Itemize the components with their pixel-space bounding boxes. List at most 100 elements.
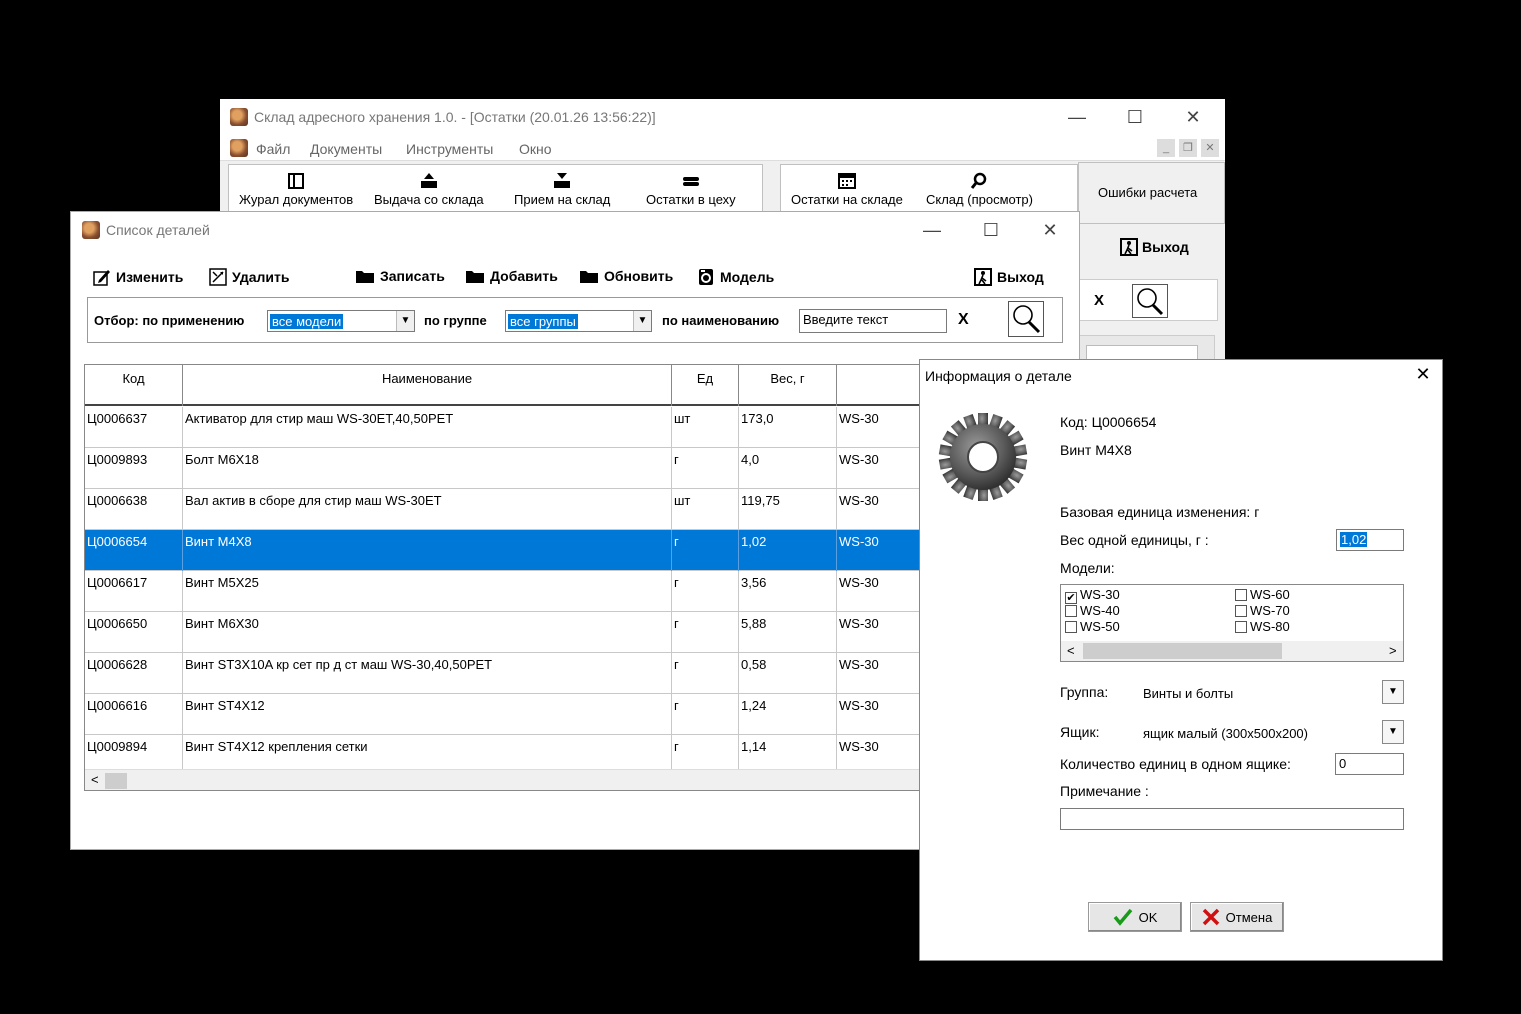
weight-input[interactable]: 1,02 xyxy=(1336,529,1404,551)
edit-button[interactable]: Изменить xyxy=(93,268,183,286)
save-button[interactable]: Записать xyxy=(355,268,445,284)
chevron-down-icon[interactable]: ▼ xyxy=(633,311,651,331)
checkbox-icon[interactable] xyxy=(1065,621,1077,633)
chevron-down-icon[interactable]: ▼ xyxy=(396,311,414,331)
cell-weight: 173,0 xyxy=(739,407,837,448)
models-hscrollbar[interactable]: < > xyxy=(1061,641,1403,661)
menu-documents[interactable]: Документы xyxy=(310,141,382,157)
name-search-input[interactable]: Введите текст xyxy=(799,309,947,333)
close-icon[interactable]: ✕ xyxy=(1178,105,1208,129)
col-code-header[interactable]: Код xyxy=(85,365,183,406)
note-input[interactable] xyxy=(1060,808,1404,830)
dialog-title: Информация о детале xyxy=(925,368,1072,384)
delete-button[interactable]: Удалить xyxy=(209,268,289,286)
cell-name: Винт М6Х30 xyxy=(183,612,672,653)
model-button[interactable]: Модель xyxy=(697,268,774,286)
main-exit-button[interactable]: Выход xyxy=(1120,238,1189,256)
delete-label: Удалить xyxy=(232,269,290,285)
toolbar-warehouse-view-button[interactable]: Склад (просмотр) xyxy=(926,172,1033,207)
magnifier-icon xyxy=(1013,305,1041,334)
menu-window[interactable]: Окно xyxy=(519,141,552,157)
checkbox-icon[interactable] xyxy=(1235,589,1247,601)
dialog-note-label: Примечание : xyxy=(1060,783,1149,799)
dialog-close-icon[interactable]: ✕ xyxy=(1408,364,1438,385)
groups-combo[interactable]: все группы ▼ xyxy=(505,310,652,332)
parts-exit-button[interactable]: Выход xyxy=(974,268,1044,286)
model-checkbox-item[interactable]: WS-50 xyxy=(1065,619,1120,634)
dialog-weight-label: Вес одной единицы, г : xyxy=(1060,532,1209,548)
cancel-button[interactable]: Отмена xyxy=(1190,902,1284,932)
scroll-left-icon[interactable]: < xyxy=(1067,643,1075,658)
parts-exit-label: Выход xyxy=(997,269,1044,285)
toolbar-receive-button[interactable]: Прием на склад xyxy=(514,172,610,207)
minimize-icon[interactable]: — xyxy=(1062,105,1092,129)
filter-apply-label: Отбор: по применению xyxy=(94,313,245,328)
save-label: Записать xyxy=(380,268,445,284)
toolbar-issue-label: Выдача со склада xyxy=(374,192,484,207)
main-filter-area: X xyxy=(1078,279,1218,321)
folder-icon xyxy=(356,271,374,283)
model-checkbox-item[interactable]: ✔ WS-30 xyxy=(1065,587,1120,604)
models-combo[interactable]: все модели ▼ xyxy=(267,310,415,332)
mdi-close-icon[interactable]: ✕ xyxy=(1201,139,1219,157)
toolbar-issue-button[interactable]: Выдача со склада xyxy=(374,172,484,207)
model-checkbox-item[interactable]: WS-70 xyxy=(1235,603,1290,618)
search-button[interactable] xyxy=(1008,301,1044,337)
col-name-header[interactable]: Наименование xyxy=(183,365,672,406)
cell-unit: шт xyxy=(672,407,739,448)
cell-code: Ц0006650 xyxy=(85,612,183,653)
ok-button[interactable]: OK xyxy=(1088,902,1182,932)
menu-file[interactable]: Файл xyxy=(256,141,290,157)
toolbar-warehouse-view-label: Склад (просмотр) xyxy=(926,192,1033,207)
main-clear-filter-button[interactable]: X xyxy=(1094,292,1104,309)
tray-up-icon xyxy=(420,173,437,188)
clear-filter-button[interactable]: X xyxy=(958,311,969,329)
cancel-label: Отмена xyxy=(1225,909,1273,925)
errors-button[interactable]: Ошибки расчета xyxy=(1098,185,1197,200)
model-checkbox-item[interactable]: WS-60 xyxy=(1235,587,1290,602)
scroll-right-icon[interactable]: > xyxy=(1389,643,1397,658)
menu-tools[interactable]: Инструменты xyxy=(406,141,493,157)
models-scroll-thumb[interactable] xyxy=(1083,643,1282,659)
refresh-button[interactable]: Обновить xyxy=(579,268,673,284)
main-window-title: Склад адресного хранения 1.0. - [Остатки… xyxy=(254,109,656,125)
maximize-icon[interactable]: ☐ xyxy=(1120,105,1150,129)
checkbox-icon[interactable] xyxy=(1065,605,1077,617)
filter-group-label: по группе xyxy=(424,313,487,328)
scroll-left-icon[interactable]: < xyxy=(91,772,99,787)
toolbar-journal-button[interactable]: Журал документов xyxy=(239,172,353,207)
col-weight-header[interactable]: Вес, г xyxy=(739,365,837,406)
parts-close-icon[interactable]: ✕ xyxy=(1035,218,1065,242)
parts-maximize-icon[interactable]: ☐ xyxy=(976,218,1006,242)
add-button[interactable]: Добавить xyxy=(465,268,558,284)
box-dropdown-button[interactable]: ▼ xyxy=(1382,720,1404,744)
toolbar-warehouse-stock-button[interactable]: Остатки на складе xyxy=(791,172,903,207)
checkbox-icon[interactable] xyxy=(1235,621,1247,633)
main-search-button[interactable] xyxy=(1132,284,1168,318)
scroll-thumb[interactable] xyxy=(105,773,127,789)
mdi-minimize-icon[interactable]: _ xyxy=(1157,139,1175,157)
main-menubar: Файл Документы Инструменты Окно _ ❐ ✕ xyxy=(220,135,1225,161)
model-checkbox-item[interactable]: WS-40 xyxy=(1065,603,1120,618)
col-unit-header[interactable]: Ед xyxy=(672,365,739,406)
book-icon xyxy=(288,173,305,189)
parts-app-icon xyxy=(82,221,100,239)
magnifier-icon xyxy=(1137,288,1164,316)
checkbox-icon[interactable] xyxy=(1235,605,1247,617)
cell-unit: г xyxy=(672,612,739,653)
group-dropdown-button[interactable]: ▼ xyxy=(1382,680,1404,704)
model-checkbox-label: WS-40 xyxy=(1080,603,1120,618)
washer-icon xyxy=(699,269,713,285)
cell-name: Вал актив в сборе для стир маш WS-30ET xyxy=(183,489,672,530)
cell-name: Болт М6Х18 xyxy=(183,448,672,489)
cell-code: Ц0006654 xyxy=(85,530,183,571)
edit-icon xyxy=(93,270,110,286)
qty-input[interactable]: 0 xyxy=(1335,753,1404,775)
mdi-app-icon xyxy=(230,139,248,157)
parts-minimize-icon[interactable]: — xyxy=(917,218,947,242)
toolbar-workshop-stock-button[interactable]: Остатки в цеху xyxy=(646,172,736,207)
model-checkbox-label: WS-60 xyxy=(1250,587,1290,602)
model-checkbox-item[interactable]: WS-80 xyxy=(1235,619,1290,634)
mdi-restore-icon[interactable]: ❐ xyxy=(1179,139,1197,157)
box-value: ящик малый (300x500x200) xyxy=(1143,726,1308,741)
